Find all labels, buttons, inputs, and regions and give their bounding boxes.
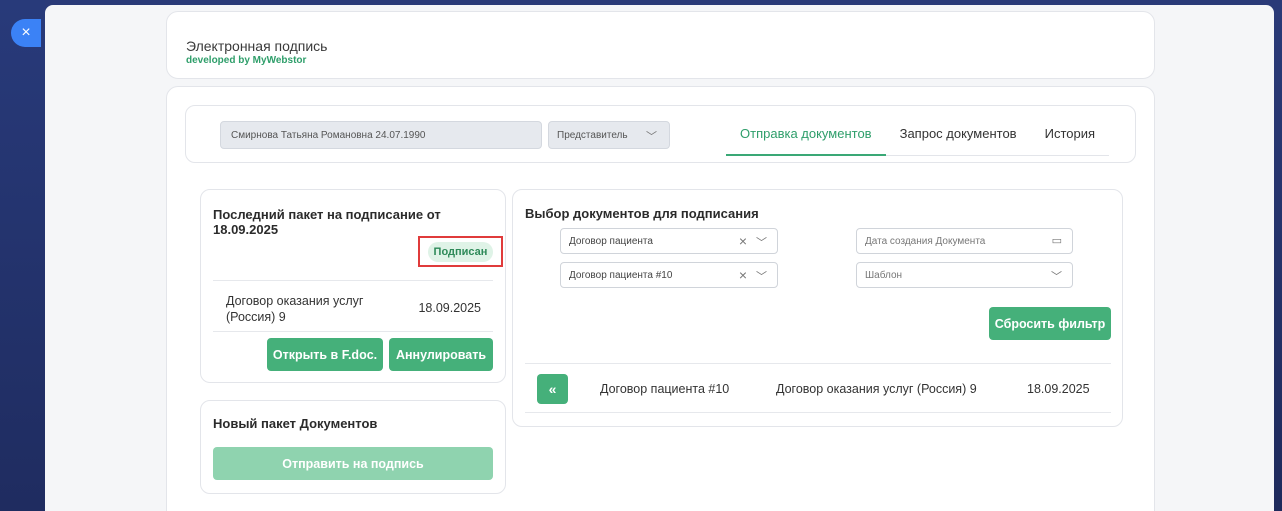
page-title: Электронная подпись <box>186 38 328 54</box>
clear-icon[interactable]: × <box>739 267 747 283</box>
row-contract: Договор пациента #10 <box>600 382 730 396</box>
document-number-filter[interactable]: Договор пациента #10 × ﹀ <box>560 262 778 288</box>
creation-date-placeholder: Дата создания Документа <box>865 236 986 247</box>
table-row[interactable]: « Договор пациента #10 Договор оказания … <box>525 363 1111 413</box>
status-badge: Подписан <box>418 236 503 267</box>
chevron-down-icon: ﹀ <box>756 237 767 249</box>
tab-history[interactable]: История <box>1030 106 1110 156</box>
role-select-value: Представитель <box>557 130 628 141</box>
main-card: Смирнова Татьяна Романовна 24.07.1990 Пр… <box>166 86 1155 511</box>
document-type-filter[interactable]: Договор пациента × ﹀ <box>560 228 778 254</box>
reset-filter-button[interactable]: Сбросить фильтр <box>989 307 1111 340</box>
patient-field[interactable]: Смирнова Татьяна Романовна 24.07.1990 <box>220 121 542 149</box>
selection-title: Выбор документов для подписания <box>525 206 759 221</box>
package-document-row: Договор оказания услуг (Россия) 9 18.09.… <box>213 280 493 332</box>
send-for-signature-button[interactable]: Отправить на подпись <box>213 447 493 480</box>
tab-send-documents[interactable]: Отправка документов <box>726 106 886 156</box>
tabs: Отправка документов Запрос документов Ис… <box>726 106 1110 164</box>
close-icon[interactable]: × <box>11 19 41 47</box>
open-in-fdoc-button[interactable]: Открыть в F.doc. <box>267 338 383 371</box>
last-package-title: Последний пакет на подписание от 18.09.2… <box>213 207 441 237</box>
status-badge-label: Подписан <box>427 241 494 262</box>
header-card: Электронная подпись developed by MyWebst… <box>166 11 1155 79</box>
role-select[interactable]: Представитель ﹀ <box>548 121 670 149</box>
tab-request-documents[interactable]: Запрос документов <box>885 106 1031 156</box>
clear-icon[interactable]: × <box>739 233 747 249</box>
chevron-down-icon: ﹀ <box>756 271 767 283</box>
document-selection-panel: Выбор документов для подписания Договор … <box>512 189 1123 427</box>
package-document-name: Договор оказания услуг (Россия) 9 <box>226 294 364 324</box>
annul-button[interactable]: Аннулировать <box>389 338 493 371</box>
new-package-panel: Новый пакет Документов Отправить на подп… <box>200 400 506 494</box>
document-type-filter-value: Договор пациента <box>569 236 653 247</box>
calendar-icon: ▭ <box>1051 235 1062 247</box>
modal: Электронная подпись developed by MyWebst… <box>45 5 1274 511</box>
new-package-title: Новый пакет Документов <box>213 416 378 431</box>
backdrop <box>0 0 45 511</box>
chevron-down-icon: ﹀ <box>1051 271 1062 283</box>
template-select[interactable]: Шаблон ﹀ <box>856 262 1073 288</box>
document-number-filter-value: Договор пациента #10 <box>569 270 673 281</box>
row-date: 18.09.2025 <box>1027 382 1090 396</box>
package-document-date: 18.09.2025 <box>418 301 481 315</box>
row-service: Договор оказания услуг (Россия) 9 <box>776 382 977 396</box>
top-bar: Смирнова Татьяна Романовна 24.07.1990 Пр… <box>185 105 1136 163</box>
chevron-down-icon: ﹀ <box>646 131 657 143</box>
double-chevron-left-icon[interactable]: « <box>537 374 568 404</box>
last-package-panel: Последний пакет на подписание от 18.09.2… <box>200 189 506 383</box>
template-placeholder: Шаблон <box>865 270 903 281</box>
creation-date-field[interactable]: Дата создания Документа ▭ <box>856 228 1073 254</box>
developer-credit: developed by MyWebstor <box>186 55 307 66</box>
